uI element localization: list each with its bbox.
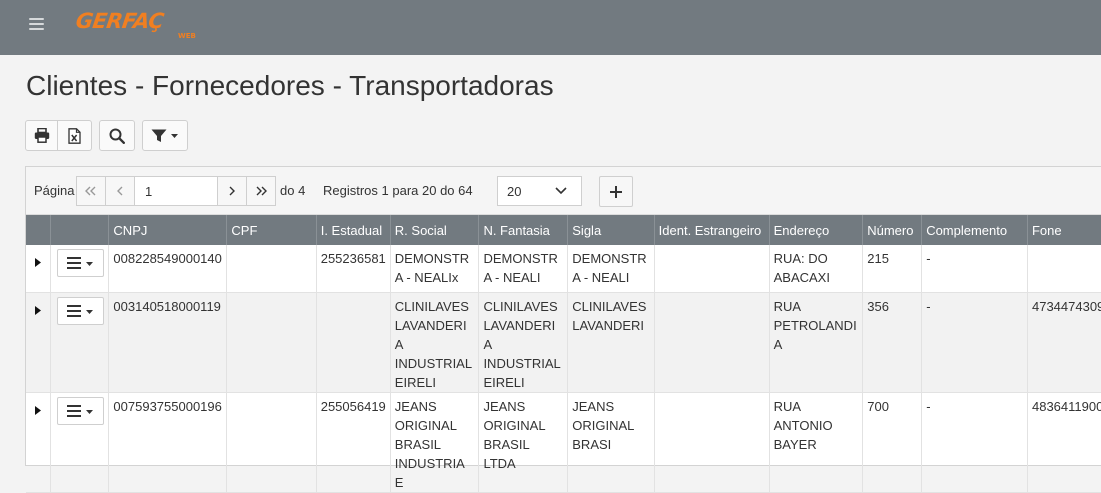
header-row: CNPJ CPF I. Estadual R. Social N. Fantas… [26,215,1101,245]
prev-page-icon [117,186,123,196]
chevron-down-icon [555,187,567,195]
col-nfantasia[interactable]: N. Fantasia [478,215,569,245]
cnpj-cell: 003140518000119 [108,292,228,393]
col-fone[interactable]: Fone [1027,215,1101,245]
numero-cell: 700 [862,392,923,493]
col-complemento[interactable]: Complemento [921,215,1028,245]
fone-cell: 4734474309 [1027,292,1101,393]
page-count-label: do 4 [280,183,306,198]
row-menu-button[interactable] [57,296,105,325]
complemento-cell: - [921,392,1028,493]
numero-cell: 356 [862,292,923,393]
ie-cell [316,292,391,393]
page-label: Página [34,183,75,198]
ident-cell [654,245,770,293]
cpf-cell [226,245,317,293]
page-number-input[interactable] [134,176,218,206]
ident-cell [654,292,770,393]
prev-page-button[interactable] [105,176,135,206]
row-menu-button[interactable] [57,396,105,425]
expand-row-icon [35,258,41,267]
ident-cell [654,392,770,493]
add-button[interactable] [599,176,633,207]
row-menu-icon [66,404,93,417]
rsocial-cell: JEANS ORIGINAL BRASIL INDUSTRIA E [390,392,480,493]
row-menu-icon [66,304,93,317]
fone-cell [1027,245,1101,293]
excel-icon [68,127,81,144]
nfantasia-cell: DEMONSTRA - NEALI [478,245,569,293]
cpf-cell [226,392,317,493]
complemento-cell: - [921,245,1028,293]
logo[interactable]: GERFAÇ WEB [74,9,196,40]
search-button[interactable] [99,120,135,151]
actions-cell [50,292,110,393]
nfantasia-cell: CLINILAVES LAVANDERIA INDUSTRIAL EIRELI [478,292,569,393]
page-title: Clientes - Fornecedores - Transportadora… [26,70,554,101]
numero-cell: 215 [862,245,923,293]
last-page-button[interactable] [246,176,276,206]
first-page-icon [85,186,96,196]
page-size-value: 20 [507,183,522,199]
expand-cell[interactable] [26,292,52,393]
cpf-cell [226,292,317,393]
expand-cell[interactable] [26,392,52,493]
export-excel-button[interactable] [57,120,92,151]
logo-subtext: WEB [178,32,196,40]
complemento-cell: - [921,292,1028,393]
col-cnpj[interactable]: CNPJ [108,215,228,245]
next-page-button[interactable] [217,176,247,206]
col-expand [26,215,52,245]
search-icon [109,128,125,144]
sigla-cell: JEANS ORIGINAL BRASI [567,392,655,493]
records-label: Registros 1 para 20 do 64 [323,183,473,198]
row-menu-button[interactable] [57,249,105,277]
rsocial-cell: DEMONSTRA - NEALIx [390,245,480,293]
expand-row-icon [35,305,41,315]
col-sigla[interactable]: Sigla [567,215,655,245]
cnpj-cell: 008228549000140 [108,245,228,293]
fone-cell: 4836411900 [1027,392,1101,493]
expand-cell[interactable] [26,245,52,293]
table-row[interactable]: 003140518000119 CLINILAVES LAVANDERIA IN… [26,292,1101,393]
print-icon [34,128,49,143]
last-page-icon [256,186,267,196]
col-numero[interactable]: Número [862,215,923,245]
row-menu-icon [66,257,93,269]
endereco-cell: RUA PETROLANDIA [769,292,864,393]
plus-icon [610,185,622,198]
pager: Página do 4 Registros 1 para 20 do 64 20 [26,167,1101,215]
col-cpf[interactable]: CPF [226,215,317,245]
menu-icon[interactable] [29,17,45,31]
col-rsocial[interactable]: R. Social [390,215,480,245]
first-page-button[interactable] [76,176,106,206]
grid-panel: Página do 4 Registros 1 para 20 do 64 20 [25,166,1101,493]
sigla-cell: CLINILAVES LAVANDERI [567,292,655,393]
sigla-cell: DEMONSTRA - NEALI [567,245,655,293]
next-page-icon [229,186,235,196]
actions-cell [50,245,110,293]
logo-text: GERFAÇ [74,9,166,33]
rsocial-cell: CLINILAVES LAVANDERIA INDUSTRIAL EIRELI [390,292,480,393]
table-row[interactable]: 007593755000196 255056419 JEANS ORIGINAL… [26,392,1101,493]
nfantasia-cell: JEANS ORIGINAL BRASIL LTDA [478,392,569,493]
col-endereco[interactable]: Endereço [769,215,864,245]
page-size-select[interactable]: 20 [497,176,582,206]
endereco-cell: RUA ANTONIO BAYER [769,392,864,493]
col-ident[interactable]: Ident. Estrangeiro [654,215,770,245]
endereco-cell: RUA: DO ABACAXI [769,245,864,293]
cnpj-cell: 007593755000196 [108,392,228,493]
print-button[interactable] [25,120,58,151]
ie-cell: 255236581 [316,245,391,293]
col-actions [50,215,110,245]
filter-icon [151,129,178,142]
col-ie[interactable]: I. Estadual [316,215,391,245]
top-navbar: GERFAÇ WEB [0,0,1101,55]
table-row[interactable]: 008228549000140 255236581 DEMONSTRA - NE… [26,245,1101,293]
ie-cell: 255056419 [316,392,391,493]
filter-dropdown-button[interactable] [142,120,188,151]
actions-cell [50,392,110,493]
expand-row-icon [35,405,41,415]
